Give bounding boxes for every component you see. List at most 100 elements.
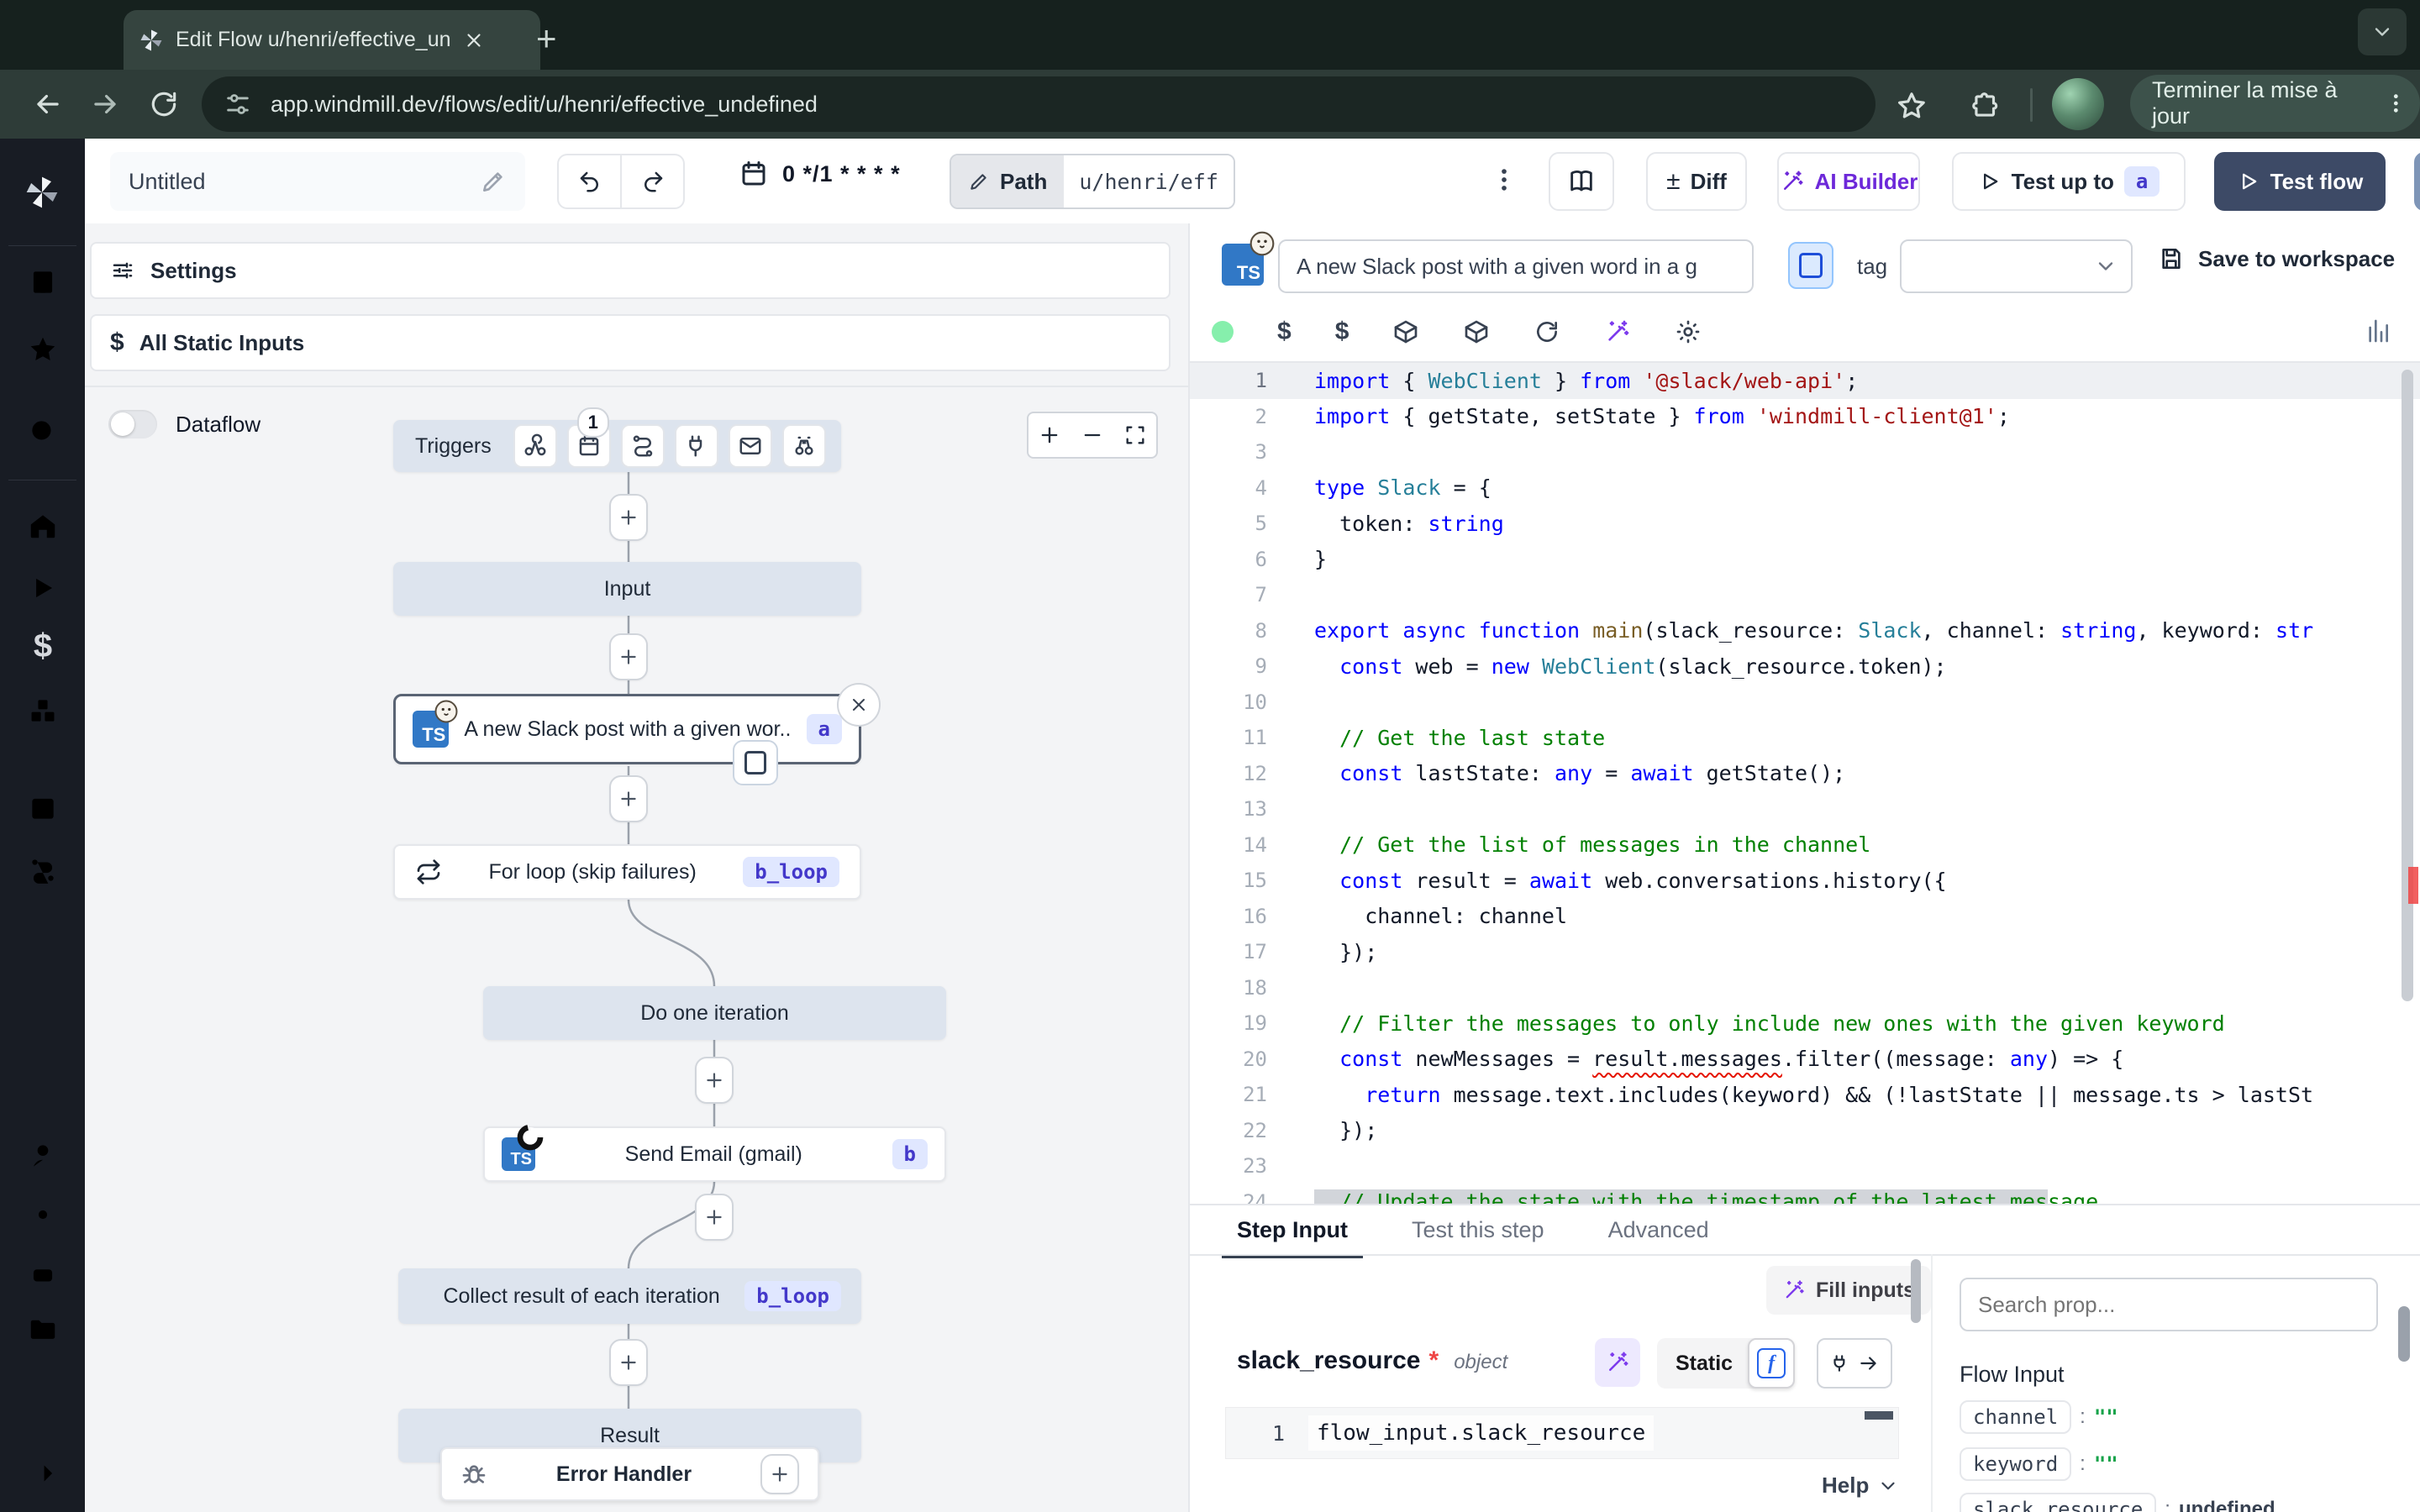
code-line[interactable]: 1import { WebClient } from '@slack/web-a… [1190, 363, 2420, 399]
code-line[interactable]: 19 // Filter the messages to only includ… [1190, 1005, 2420, 1042]
reload-icon[interactable] [1534, 318, 1560, 345]
sidebar-item-users[interactable] [27, 1140, 59, 1172]
tab-advanced[interactable]: Advanced [1608, 1217, 1709, 1258]
sidebar-item-add[interactable] [27, 908, 59, 940]
flow-input-node[interactable]: Input [393, 562, 861, 616]
prop-row[interactable]: slack_resource : undefined [1960, 1493, 2275, 1512]
edit-pencil-icon[interactable] [480, 168, 507, 195]
add-step-button[interactable] [695, 1057, 734, 1104]
more-options-icon[interactable] [1490, 165, 1518, 194]
ai-builder-button[interactable]: AI Builder [1777, 152, 1920, 211]
path-value-segment[interactable]: u/henri/eff [1064, 155, 1234, 207]
code-line[interactable]: 21 return message.text.includes(keyword)… [1190, 1077, 2420, 1113]
code-line[interactable]: 9 const web = new WebClient(slack_resour… [1190, 648, 2420, 685]
new-tab-button[interactable]: + [536, 18, 557, 59]
run-step-button[interactable] [1788, 242, 1833, 289]
code-line[interactable]: 11 // Get the last state [1190, 720, 2420, 756]
tab-test-this-step[interactable]: Test this step [1412, 1217, 1544, 1258]
code-line[interactable]: 20 const newMessages = result.messages.f… [1190, 1042, 2420, 1078]
search-prop-input[interactable] [1960, 1278, 2378, 1331]
poll-trigger-button[interactable] [782, 424, 826, 468]
flow-name-field[interactable]: Untitled [110, 152, 525, 211]
test-up-to-button[interactable]: Test up to a [1952, 152, 2186, 211]
websocket-trigger-button[interactable] [675, 424, 718, 468]
code-editor[interactable]: 1import { WebClient } from '@slack/web-a… [1190, 363, 2420, 1204]
props-scrollbar[interactable] [2398, 1306, 2410, 1362]
code-line[interactable]: 4type Slack = { [1190, 470, 2420, 507]
collect-result-node[interactable]: Collect result of each iteration b_loop [398, 1268, 861, 1324]
route-trigger-button[interactable] [621, 424, 665, 468]
sidebar-item-variables[interactable]: $ [27, 627, 59, 664]
add-error-handler-button[interactable] [760, 1454, 799, 1494]
browser-update-button[interactable]: Terminer la mise à jour [2130, 75, 2420, 132]
expression-editor[interactable]: 1 flow_input.slack_resource [1225, 1407, 1899, 1459]
code-line[interactable]: 17 }); [1190, 934, 2420, 970]
prop-row[interactable]: keyword : "" [1960, 1447, 2118, 1481]
connect-input-button[interactable] [1817, 1338, 1892, 1389]
draft-button[interactable]: Draft [2414, 152, 2420, 211]
code-line[interactable]: 7 [1190, 577, 2420, 613]
sidebar-item-home[interactable] [27, 510, 59, 542]
sidebar-item-workers[interactable] [27, 1257, 59, 1289]
stop-after-step-button[interactable] [733, 740, 778, 785]
code-line[interactable]: 22 }); [1190, 1113, 2420, 1149]
webhook-trigger-button[interactable] [513, 424, 557, 468]
step-summary-input[interactable] [1278, 239, 1754, 293]
sidebar-collapse-icon[interactable] [27, 1457, 59, 1489]
sidebar-item-logs[interactable] [27, 1370, 59, 1402]
code-line[interactable]: 6} [1190, 542, 2420, 578]
code-line[interactable]: 13 [1190, 791, 2420, 827]
panel-scrollbar[interactable] [1911, 1259, 1921, 1323]
add-step-button[interactable] [609, 633, 648, 680]
sidebar-item-settings[interactable] [27, 1199, 59, 1231]
docs-button[interactable] [1549, 152, 1614, 211]
code-line[interactable]: 2import { getState, setState } from 'win… [1190, 399, 2420, 435]
code-line[interactable]: 5 token: string [1190, 506, 2420, 542]
code-line[interactable]: 10 [1190, 685, 2420, 721]
diff-button[interactable]: ± Diff [1646, 152, 1747, 211]
browser-tab[interactable]: Edit Flow u/henri/effective_un [124, 10, 540, 70]
site-settings-icon[interactable] [224, 90, 252, 118]
ai-fill-button[interactable] [1595, 1338, 1640, 1387]
error-handler-node[interactable]: Error Handler [440, 1447, 819, 1501]
slack-step-node[interactable]: TS A new Slack post with a given wor... … [393, 694, 861, 764]
prop-row[interactable]: channel : "" [1960, 1400, 2118, 1434]
sidebar-item-workspace[interactable] [27, 266, 59, 298]
kebab-menu-icon[interactable] [2384, 91, 2408, 116]
save-to-workspace-button[interactable]: Save to workspace [2158, 245, 2395, 272]
sidebar-item-runs[interactable] [27, 572, 59, 604]
code-line[interactable]: 12 const lastState: any = await getState… [1190, 756, 2420, 792]
path-label-segment[interactable]: Path [951, 155, 1064, 207]
add-step-button[interactable] [609, 1339, 648, 1386]
reload-icon[interactable] [148, 88, 180, 120]
triggers-node[interactable]: Triggers 1 [393, 420, 841, 472]
package-icon[interactable] [1463, 318, 1490, 345]
tag-select[interactable] [1900, 239, 2133, 293]
variables-icon[interactable]: $ [1335, 318, 1349, 346]
add-step-button[interactable] [609, 775, 648, 822]
extensions-icon[interactable] [1970, 90, 2002, 122]
prop-name[interactable]: slack_resource [1960, 1493, 2156, 1512]
email-trigger-button[interactable] [729, 424, 772, 468]
code-line[interactable]: 8export async function main(slack_resour… [1190, 613, 2420, 649]
code-line[interactable]: 16 channel: channel [1190, 899, 2420, 935]
tab-step-input[interactable]: Step Input [1237, 1217, 1348, 1258]
gear-icon[interactable] [1675, 318, 1702, 345]
package-icon[interactable] [1392, 318, 1419, 345]
forloop-node[interactable]: For loop (skip failures) b_loop [393, 844, 861, 900]
send-email-node[interactable]: TS Send Email (gmail) b [483, 1126, 946, 1182]
sidebar-item-flows[interactable] [27, 854, 59, 886]
ai-wand-icon[interactable] [1604, 318, 1631, 345]
sidebar-item-schedules[interactable] [27, 792, 59, 824]
forward-icon[interactable] [89, 88, 121, 120]
back-icon[interactable] [32, 88, 64, 120]
remove-step-button[interactable] [837, 683, 881, 727]
test-flow-button[interactable]: Test flow [2214, 152, 2386, 211]
prop-name[interactable]: channel [1960, 1400, 2071, 1434]
tab-close-icon[interactable] [463, 29, 485, 51]
code-line[interactable]: 18 [1190, 970, 2420, 1006]
sidebar-item-folders[interactable] [27, 1313, 59, 1345]
do-one-iteration-node[interactable]: Do one iteration [483, 986, 946, 1040]
path-control[interactable]: Path u/henri/eff [950, 154, 1235, 209]
windmill-logo[interactable] [24, 174, 60, 211]
